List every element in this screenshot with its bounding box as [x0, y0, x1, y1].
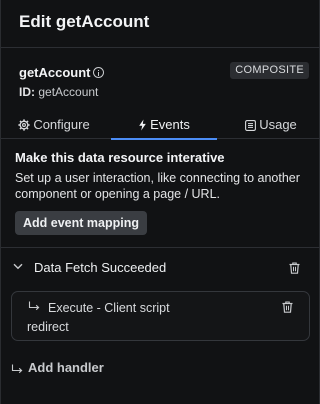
handler-subtitle: redirect [27, 320, 69, 334]
panel-title: Edit getAccount [19, 12, 150, 31]
tab-bar: Configure Events Usage [1, 112, 320, 140]
panel-header: Edit getAccount [1, 0, 320, 48]
return-arrow-icon [11, 364, 23, 374]
event-label: Data Fetch Succeeded [34, 260, 167, 275]
trash-icon[interactable] [282, 301, 293, 313]
trash-icon[interactable] [289, 262, 300, 274]
resource-id-label: ID: [19, 85, 35, 99]
bolt-icon [139, 119, 146, 131]
handler-title: Execute - Client script [48, 301, 170, 315]
resource-id: ID: getAccount [19, 85, 98, 99]
resource-id-value: getAccount [38, 85, 99, 99]
return-arrow-icon [28, 301, 40, 311]
info-icon[interactable] [93, 67, 104, 78]
tab-configure-label: Configure [33, 117, 90, 132]
tab-events-label: Events [150, 117, 190, 132]
divider [1, 247, 320, 248]
chevron-down-icon[interactable] [13, 263, 23, 270]
gear-icon [18, 119, 30, 131]
add-event-mapping-button[interactable]: Add event mapping [15, 211, 147, 235]
tab-usage[interactable]: Usage [231, 112, 311, 139]
handler-card[interactable]: Execute - Client script redirect [11, 291, 310, 341]
tab-configure[interactable]: Configure [9, 112, 99, 139]
event-row[interactable]: Data Fetch Succeeded [1, 256, 320, 280]
type-badge: COMPOSITE [230, 62, 309, 79]
add-handler-label: Add handler [28, 360, 104, 375]
list-icon [245, 120, 257, 131]
edit-panel: Edit getAccount getAccount COMPOSITE ID:… [0, 0, 320, 404]
events-section-description: Set up a user interaction, like connecti… [15, 171, 300, 201]
resource-name: getAccount [19, 65, 91, 80]
tab-events[interactable]: Events [111, 112, 217, 140]
tab-usage-label: Usage [259, 117, 297, 132]
events-section-title: Make this data resource interative [15, 150, 225, 165]
